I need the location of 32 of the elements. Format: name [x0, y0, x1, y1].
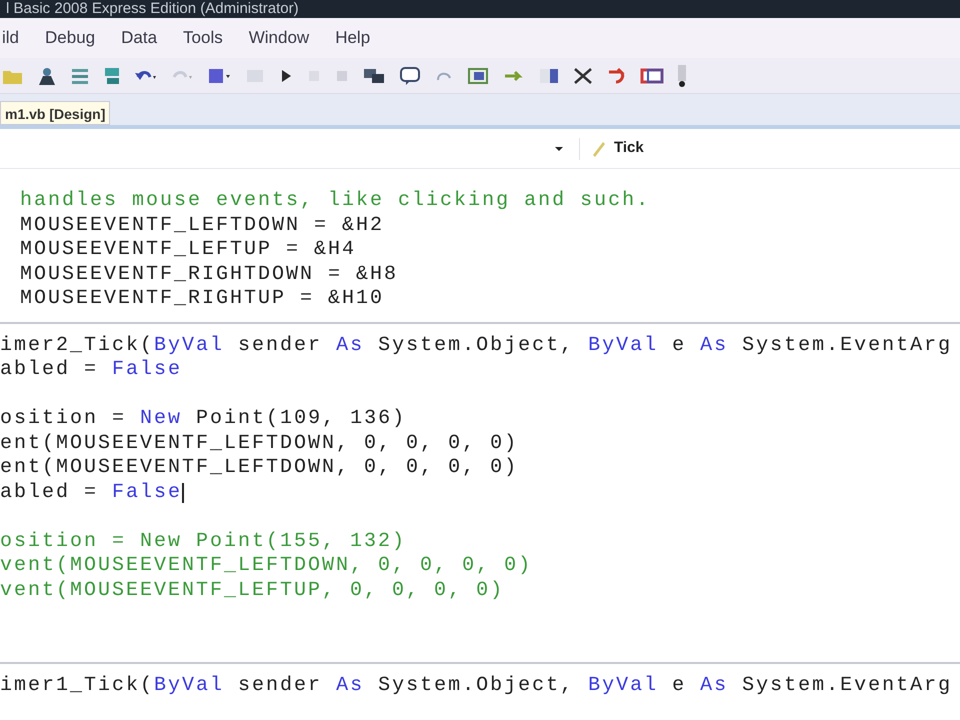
pencil-icon	[590, 140, 606, 158]
code-line: imer1_Tick(ByVal sender As System.Object, ByVal e As System.EventArg	[0, 674, 952, 698]
code-line: ent(MOUSEEVENTF_LEFTDOWN, 0, 0, 0, 0)	[0, 456, 518, 480]
window-icon[interactable]	[640, 66, 664, 86]
menu-item[interactable]: ild	[2, 25, 20, 51]
code-line: MOUSEEVENTF_LEFTDOWN = &H2	[20, 214, 384, 238]
code-line: osition = New Point(109, 136)	[0, 407, 406, 432]
document-tab[interactable]: m1.vb [Design]	[0, 101, 110, 125]
code-line: osition = New Point(155, 132)	[0, 530, 406, 554]
code-line: MOUSEEVENTF_RIGHTUP = &H10	[20, 287, 384, 312]
list-icon[interactable]	[70, 66, 90, 84]
dropdown-arrow-icon[interactable]	[553, 144, 565, 152]
method-dropdown[interactable]: Tick	[590, 137, 904, 160]
code-line: handles mouse events, like clicking and such.	[20, 189, 650, 214]
menu-item[interactable]: Debug	[45, 25, 96, 51]
code-line: abled = False	[0, 480, 182, 505]
menu-item[interactable]: Data	[121, 25, 158, 51]
code-line: MOUSEEVENTF_RIGHTDOWN = &H8	[20, 262, 398, 287]
speech-bubble-icon[interactable]	[398, 66, 422, 86]
marker-icon[interactable]	[676, 64, 688, 88]
code-line: imer2_Tick(ByVal sender As System.Object, ByVal e As System.EventArg	[0, 334, 952, 358]
menu-item[interactable]: Help	[335, 25, 370, 51]
menu-item[interactable]: Window	[248, 25, 310, 51]
code-line: MOUSEEVENTF_LEFTUP = &H4	[20, 238, 356, 262]
code-line: vent(MOUSEEVENTF_LEFTDOWN, 0, 0, 0, 0)	[0, 554, 532, 578]
code-line: vent(MOUSEEVENTF_LEFTUP, 0, 0, 0, 0)	[0, 578, 504, 603]
code-line: abled = False	[0, 358, 182, 382]
code-line: ent(MOUSEEVENTF_LEFTDOWN, 0, 0, 0, 0)	[0, 432, 518, 456]
window-title: l Basic 2008 Express Edition (Administrator)	[6, 0, 299, 18]
window-icon[interactable]	[466, 66, 490, 86]
person-icon[interactable]	[36, 66, 58, 86]
menu-item[interactable]: Tools	[183, 25, 223, 51]
